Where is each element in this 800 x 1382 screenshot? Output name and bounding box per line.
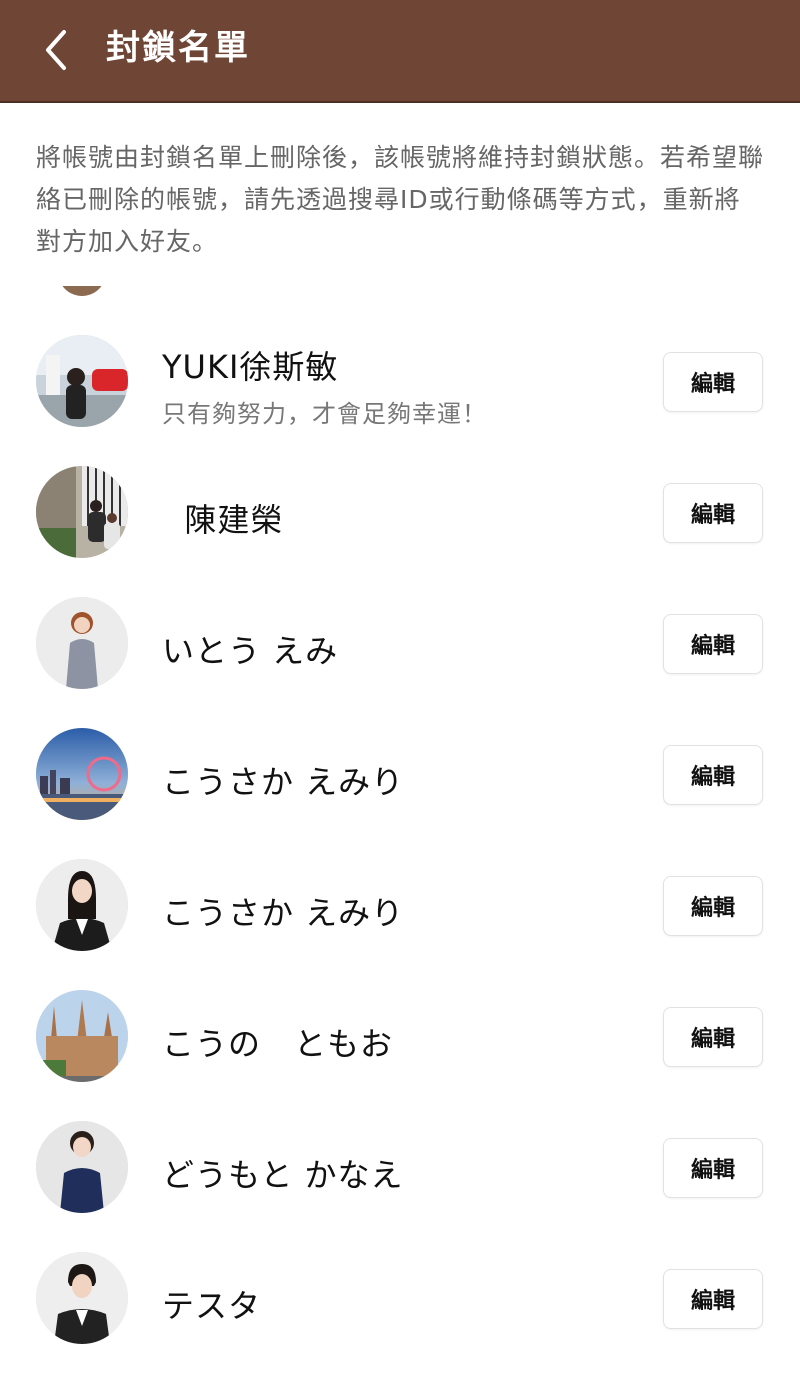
contact-name: こうの ともお (162, 1025, 394, 1063)
edit-button[interactable]: 編輯 (663, 1269, 763, 1329)
edit-button[interactable]: 編輯 (663, 1138, 763, 1198)
blocked-list-item[interactable]: こうさか えみり 編輯 (0, 709, 800, 840)
blocked-list-item[interactable]: こうの ともお 編輯 (0, 971, 800, 1102)
avatar (36, 466, 128, 558)
app-header: 封鎖名單 (0, 0, 800, 103)
edit-button[interactable]: 編輯 (663, 483, 763, 543)
edit-button[interactable]: 編輯 (663, 1007, 763, 1067)
edit-button[interactable]: 編輯 (663, 876, 763, 936)
contact-name: テスタ (162, 1287, 262, 1325)
avatar-partial (58, 286, 106, 298)
avatar (36, 335, 128, 427)
blocked-list-item[interactable]: いとう えみ 編輯 (0, 578, 800, 709)
contact-name: こうさか えみり (162, 763, 405, 801)
avatar (36, 597, 128, 689)
contact-name: 陳建榮 (162, 501, 284, 539)
contact-status-message: 只有夠努力，才會足夠幸運！ (162, 400, 487, 428)
avatar (36, 1121, 128, 1213)
contact-name: いとう えみ (162, 632, 339, 670)
contact-name: YUKI徐斯敏 (162, 348, 339, 386)
chevron-left-icon (46, 30, 66, 70)
block-list-notice: 將帳號由封鎖名單上刪除後，該帳號將維持封鎖狀態。若希望聯絡已刪除的帳號，請先透過… (36, 143, 765, 256)
blocked-list-item[interactable]: YUKI徐斯敏 只有夠努力，才會足夠幸運！ 編輯 (0, 316, 800, 447)
avatar (36, 859, 128, 951)
blocked-list-item[interactable]: どうもと かなえ 編輯 (0, 1102, 800, 1233)
avatar (36, 1252, 128, 1344)
blocked-list-item[interactable]: テスタ 編輯 (0, 1233, 800, 1364)
avatar (36, 728, 128, 820)
edit-button[interactable]: 編輯 (663, 352, 763, 412)
contact-name: こうさか えみり (162, 894, 405, 932)
avatar (36, 990, 128, 1082)
edit-button[interactable]: 編輯 (663, 614, 763, 674)
contact-name: どうもと かなえ (162, 1156, 404, 1194)
page-title: 封鎖名單 (106, 28, 250, 68)
blocked-list-item[interactable]: こうさか えみり 編輯 (0, 840, 800, 971)
edit-button[interactable]: 編輯 (663, 745, 763, 805)
back-button[interactable] (34, 26, 82, 74)
blocked-list-item[interactable]: 陳建榮 編輯 (0, 447, 800, 578)
